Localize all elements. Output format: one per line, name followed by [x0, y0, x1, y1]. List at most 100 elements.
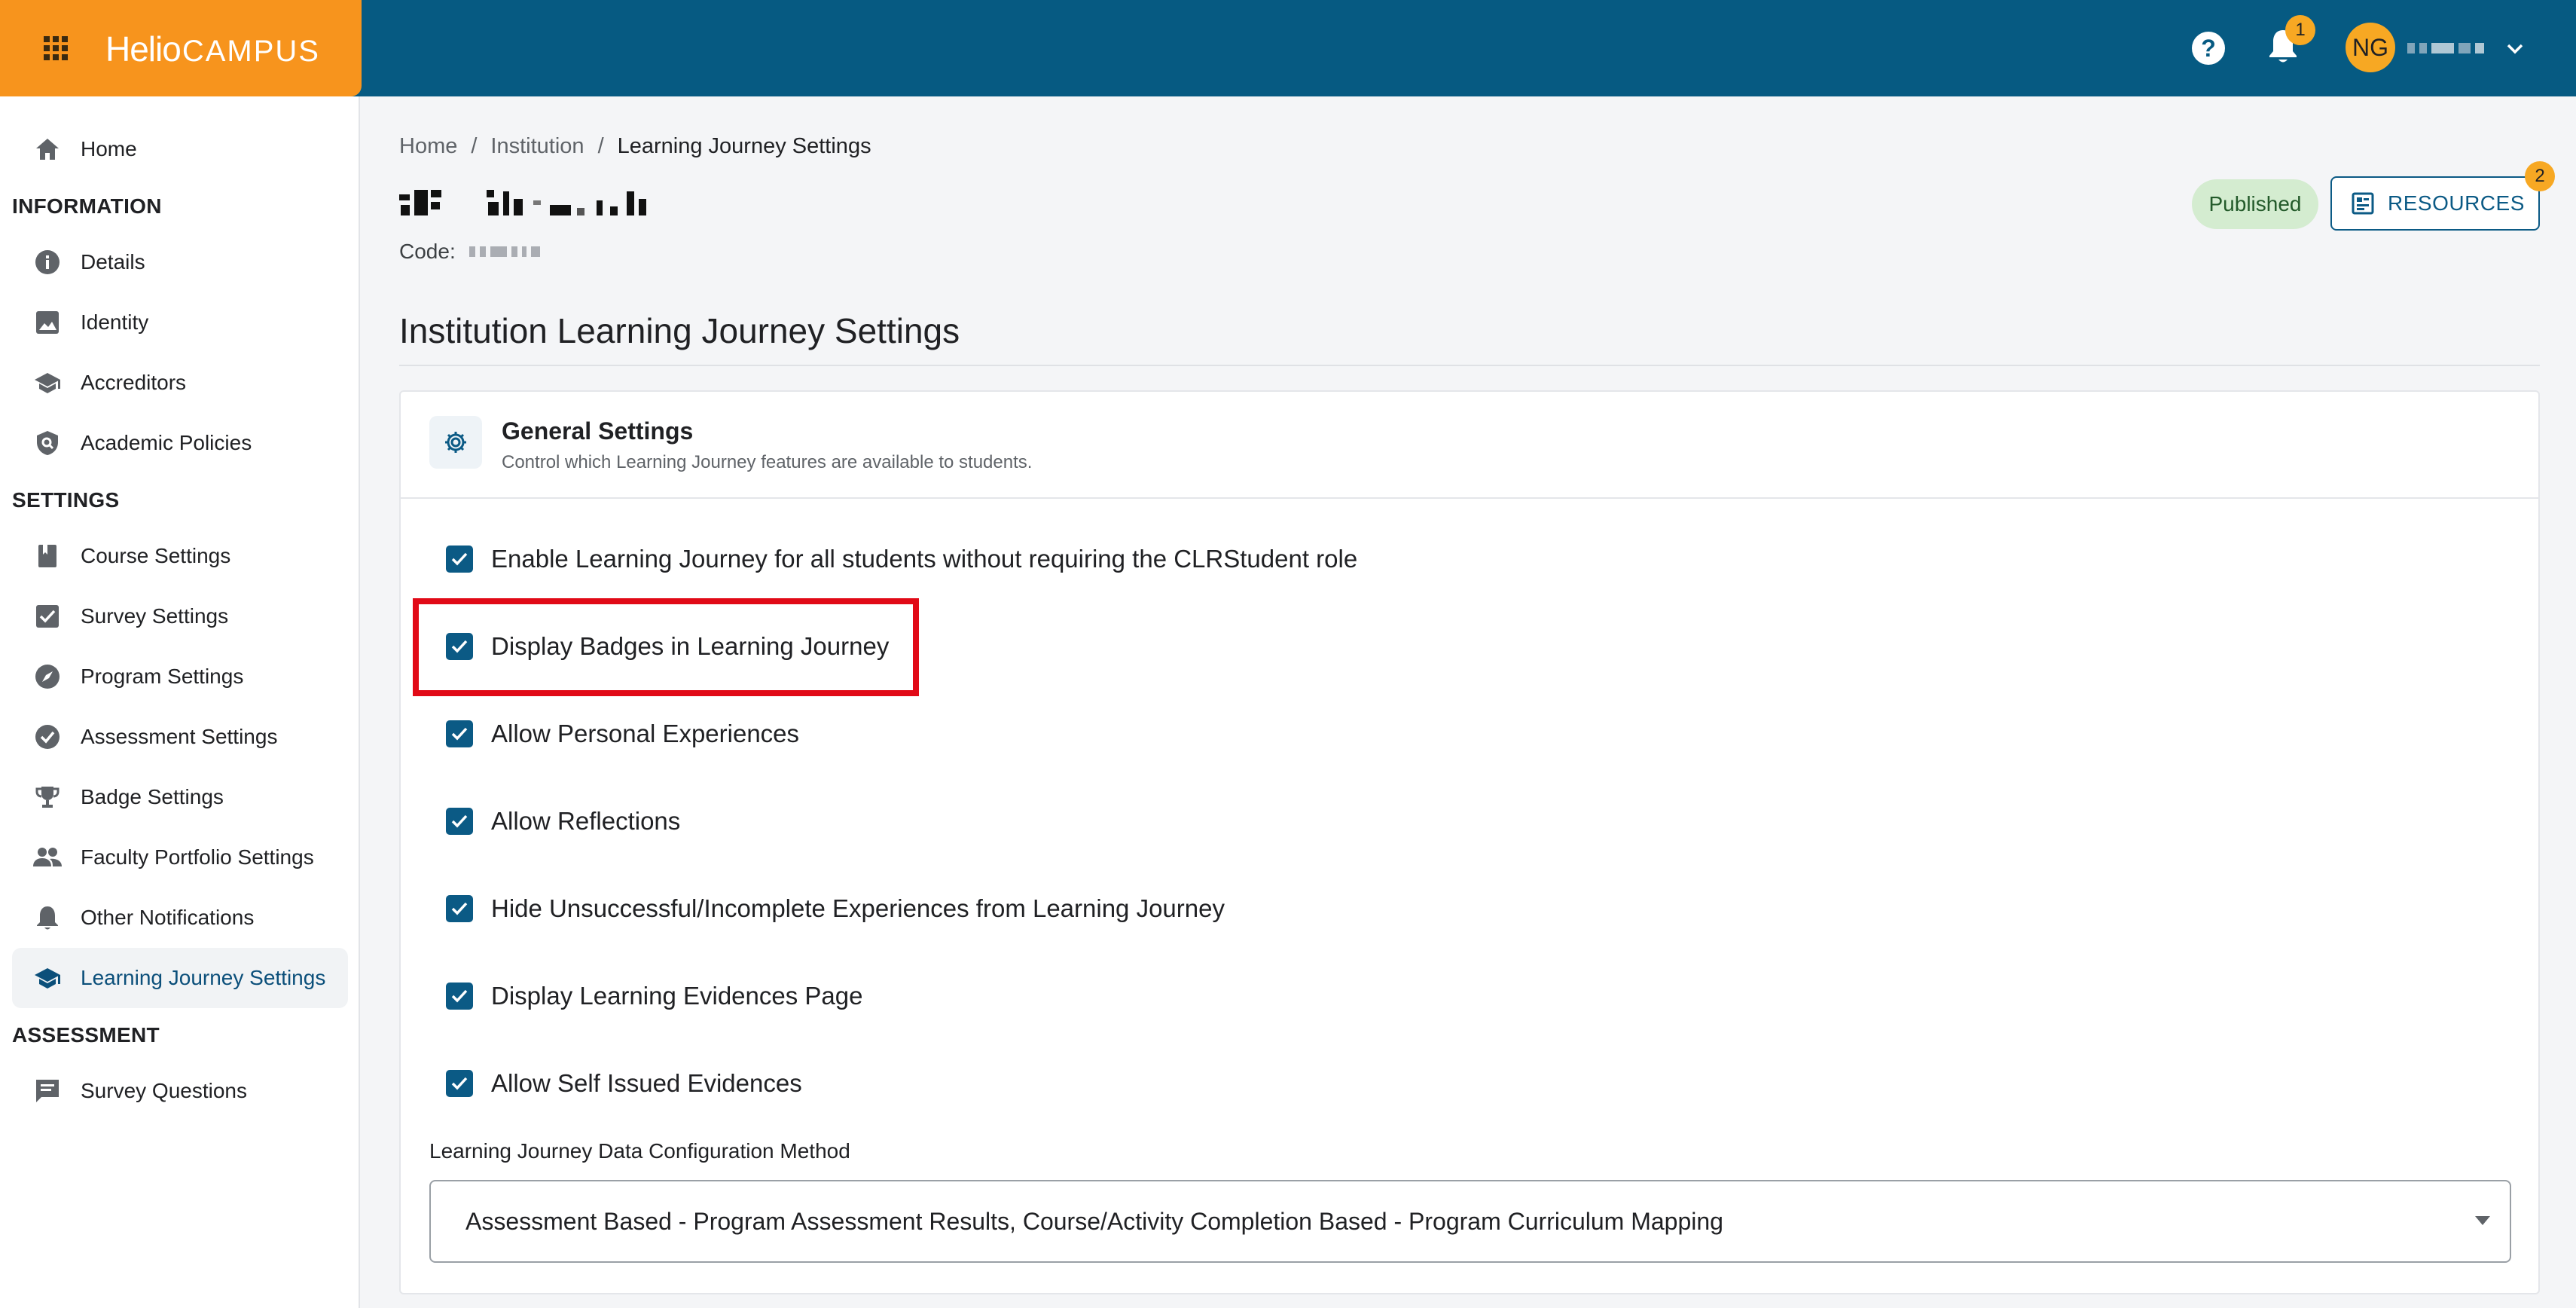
sidebar-item-label: Survey Questions: [81, 1079, 247, 1102]
checkbox-checked[interactable]: [446, 546, 473, 573]
sidebar-item-assessment-settings[interactable]: Assessment Settings: [12, 707, 348, 767]
option-allow-self-issued-evidences[interactable]: Allow Self Issued Evidences: [446, 1061, 802, 1106]
checkbox-checked[interactable]: [446, 983, 473, 1010]
school-icon: [32, 962, 63, 994]
option-label: Allow Reflections: [491, 807, 681, 835]
sidebar-item-label: Home: [81, 137, 137, 160]
sidebar-item-course-settings[interactable]: Course Settings: [12, 526, 348, 586]
sidebar-item-identity[interactable]: Identity: [12, 292, 348, 353]
code-row: Code:: [399, 240, 540, 264]
logo-part1: Helio: [105, 29, 182, 69]
sidebar-item-label: Faculty Portfolio Settings: [81, 845, 314, 869]
sidebar-item-label: Survey Settings: [81, 604, 229, 628]
help-icon[interactable]: ?: [2192, 32, 2225, 65]
user-name-redacted[interactable]: [2407, 39, 2486, 57]
breadcrumb-current: Learning Journey Settings: [617, 134, 871, 158]
checkbox-checked[interactable]: [446, 895, 473, 922]
checkbox-checked[interactable]: [446, 720, 473, 747]
option-allow-personal-experiences[interactable]: Allow Personal Experiences: [446, 711, 799, 756]
notifications-count-badge: 1: [2285, 15, 2315, 45]
sidebar-item-survey-questions[interactable]: Survey Questions: [12, 1061, 348, 1121]
general-settings-card: General Settings Control which Learning …: [399, 390, 2540, 1294]
sidebar-item-label: Details: [81, 250, 145, 274]
bell-icon: [32, 902, 63, 934]
breadcrumb: Home / Institution / Learning Journey Se…: [399, 134, 871, 159]
sidebar-item-details[interactable]: Details: [12, 232, 348, 292]
breadcrumb-separator: /: [471, 134, 478, 158]
brand-area: Helio CAMPUS: [0, 0, 362, 96]
option-label: Display Learning Evidences Page: [491, 982, 863, 1010]
resources-button[interactable]: RESOURCES: [2330, 176, 2540, 231]
image-icon: [32, 307, 63, 338]
data-config-label: Learning Journey Data Configuration Meth…: [429, 1139, 850, 1163]
data-config-select[interactable]: Assessment Based - Program Assessment Re…: [429, 1180, 2511, 1263]
section-heading-information: INFORMATION: [12, 194, 162, 218]
select-value: Assessment Based - Program Assessment Re…: [465, 1207, 1723, 1235]
sidebar-item-label: Program Settings: [81, 665, 244, 688]
option-label: Allow Personal Experiences: [491, 720, 800, 747]
sidebar-item-label: Course Settings: [81, 544, 231, 567]
sidebar-item-badge-settings[interactable]: Badge Settings: [12, 767, 348, 827]
code-value-redacted: [469, 246, 540, 257]
section-heading-assessment: ASSESSMENT: [12, 1023, 160, 1047]
breadcrumb-home-link[interactable]: Home: [399, 134, 457, 159]
dashboard-icon: [2352, 192, 2374, 215]
section-heading-settings: SETTINGS: [12, 488, 120, 512]
sidebar-item-academic-policies[interactable]: Academic Policies: [12, 413, 348, 473]
top-bar: Helio CAMPUS ? 1 NG: [0, 0, 2576, 96]
sidebar-item-label: Academic Policies: [81, 431, 252, 454]
checkbox-checked[interactable]: [446, 808, 473, 835]
settings-gear-icon: [429, 416, 482, 469]
card-header: General Settings Control which Learning …: [401, 392, 2538, 499]
highlight-box: [413, 598, 919, 696]
breadcrumb-institution-link[interactable]: Institution: [490, 134, 584, 159]
option-display-learning-evidences[interactable]: Display Learning Evidences Page: [446, 973, 862, 1019]
option-label: Enable Learning Journey for all students…: [491, 545, 1358, 573]
check-circle-icon: [32, 721, 63, 753]
institution-name-redacted: [399, 190, 646, 215]
trophy-icon: [32, 781, 63, 813]
sidebar-item-faculty-portfolio-settings[interactable]: Faculty Portfolio Settings: [12, 827, 348, 888]
divider: [399, 365, 2540, 366]
sidebar-item-accreditors[interactable]: Accreditors: [12, 353, 348, 413]
comment-icon: [32, 1075, 63, 1107]
heliocampus-logo[interactable]: Helio CAMPUS: [105, 29, 320, 69]
sidebar-item-label: Accreditors: [81, 371, 187, 394]
option-allow-reflections[interactable]: Allow Reflections: [446, 799, 680, 844]
book-icon: [32, 540, 63, 572]
sidebar-item-home[interactable]: Home: [12, 119, 348, 179]
apps-grid-icon[interactable]: [44, 36, 68, 60]
sidebar-item-program-settings[interactable]: Program Settings: [12, 646, 348, 707]
policy-shield-icon: [32, 427, 63, 459]
user-avatar[interactable]: NG: [2346, 23, 2395, 72]
card-title: General Settings: [502, 417, 694, 445]
chevron-down-icon[interactable]: [2505, 39, 2525, 57]
sidebar-item-other-notifications[interactable]: Other Notifications: [12, 888, 348, 948]
sidebar-item-label: Other Notifications: [81, 906, 255, 929]
people-icon: [32, 842, 63, 873]
checkbox-checked[interactable]: [446, 1070, 473, 1097]
sidebar-item-survey-settings[interactable]: Survey Settings: [12, 586, 348, 646]
sidebar: Home INFORMATION Details Identity Accred…: [0, 96, 360, 1308]
sidebar-item-learning-journey-settings[interactable]: Learning Journey Settings: [12, 948, 348, 1008]
page-title: Institution Learning Journey Settings: [399, 311, 960, 350]
home-icon: [32, 133, 63, 165]
code-label: Code:: [399, 240, 456, 263]
card-subtitle: Control which Learning Journey features …: [502, 452, 1033, 472]
compass-icon: [32, 661, 63, 692]
checkbox-icon: [32, 601, 63, 632]
option-hide-unsuccessful-experiences[interactable]: Hide Unsuccessful/Incomplete Experiences…: [446, 886, 1225, 931]
logo-part2: CAMPUS: [182, 35, 320, 68]
resources-count-badge: 2: [2525, 161, 2555, 191]
school-icon: [32, 367, 63, 399]
status-badge: Published: [2192, 179, 2318, 229]
info-icon: [32, 246, 63, 278]
option-label: Hide Unsuccessful/Incomplete Experiences…: [491, 894, 1225, 922]
breadcrumb-separator: /: [597, 134, 604, 158]
resources-label: RESOURCES: [2388, 191, 2525, 215]
option-enable-learning-journey[interactable]: Enable Learning Journey for all students…: [446, 536, 1357, 582]
sidebar-item-label: Identity: [81, 310, 149, 334]
dropdown-caret-icon[interactable]: [2475, 1216, 2490, 1225]
sidebar-item-label: Learning Journey Settings: [81, 966, 326, 989]
option-label: Allow Self Issued Evidences: [491, 1069, 802, 1097]
